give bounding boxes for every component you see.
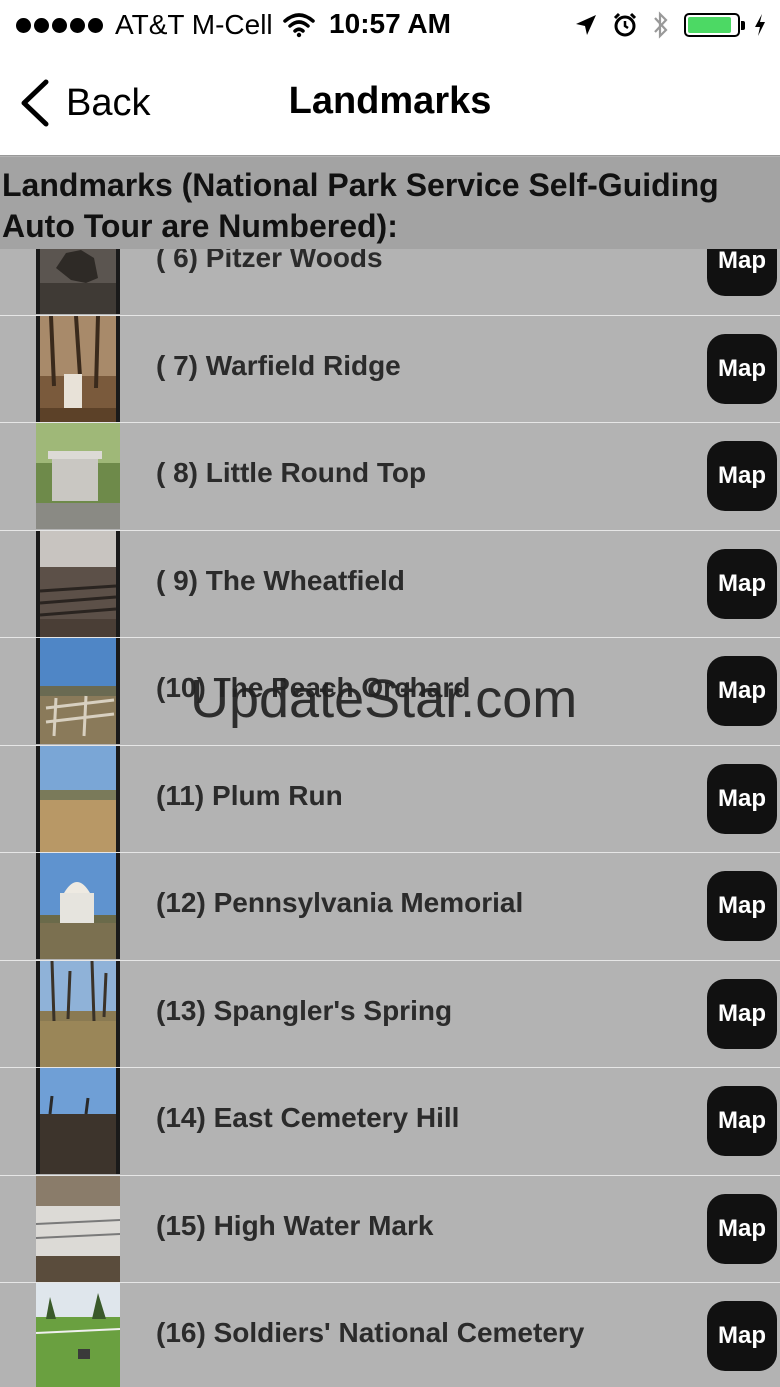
landmark-name: (14) East Cemetery Hill	[156, 1102, 460, 1133]
battery-icon	[684, 13, 745, 37]
landmark-thumbnail	[36, 960, 120, 1067]
list-item[interactable]: (13) Spangler's Spring Map	[0, 960, 780, 1068]
list-item[interactable]: (14) East Cemetery Hill Map	[0, 1068, 780, 1176]
landmark-thumbnail	[36, 1175, 120, 1282]
list-item[interactable]: (16) Soldiers' National Cemetery Map	[0, 1283, 780, 1387]
map-button[interactable]: Map	[707, 441, 777, 511]
map-button[interactable]: Map	[707, 249, 777, 296]
landmark-thumbnail	[36, 423, 120, 529]
alarm-icon	[613, 12, 637, 37]
landmark-name: (11) Plum Run	[156, 779, 343, 811]
status-bar: AT&T M-Cell 10:57 AM	[0, 0, 780, 50]
landmarks-list[interactable]: ( 6) Pitzer Woods Map ( 7) Warfield Ridg…	[0, 249, 780, 1387]
landmark-name: ( 8) Little Round Top	[156, 457, 427, 488]
landmark-name: (16) Soldiers' National Cemetery	[156, 1317, 585, 1348]
map-button[interactable]: Map	[707, 1193, 777, 1264]
landmark-name: ( 6) Pitzer Woods	[156, 249, 383, 273]
landmark-thumbnail	[36, 249, 120, 314]
list-item[interactable]: ( 8) Little Round Top Map	[0, 423, 780, 531]
list-item[interactable]: ( 7) Warfield Ridge Map	[0, 315, 780, 423]
landmark-thumbnail	[36, 638, 120, 744]
list-item[interactable]: (12) Pennsylvania Memorial Map	[0, 853, 780, 961]
map-button[interactable]: Map	[707, 548, 777, 619]
list-item[interactable]: (15) High Water Mark Map	[0, 1175, 780, 1283]
landmark-thumbnail	[36, 1283, 120, 1387]
list-item[interactable]: (11) Plum Run Map	[0, 745, 780, 853]
battery-level	[688, 17, 732, 33]
landmark-name: (12) Pennsylvania Memorial	[156, 887, 524, 918]
landmark-thumbnail	[36, 1068, 120, 1174]
list-item[interactable]: ( 6) Pitzer Woods Map	[0, 249, 780, 316]
list-item[interactable]: (10) The Peach Orchard Map	[0, 638, 780, 746]
landmark-name: ( 9) The Wheatfield	[156, 564, 405, 596]
landmark-name: ( 7) Warfield Ridge	[156, 349, 401, 381]
landmark-thumbnail	[36, 853, 120, 959]
landmark-name: (15) High Water Mark	[156, 1209, 434, 1241]
landmark-name: (13) Spangler's Spring	[156, 994, 453, 1026]
charging-bolt-icon	[755, 14, 765, 36]
map-button[interactable]: Map	[707, 763, 777, 834]
page-title: Landmarks	[288, 80, 492, 122]
map-button[interactable]: Map	[707, 1086, 777, 1156]
landmark-thumbnail	[36, 315, 120, 422]
map-button[interactable]: Map	[707, 656, 777, 726]
location-arrow-icon	[576, 15, 596, 35]
map-button[interactable]: Map	[707, 978, 777, 1049]
landmark-thumbnail	[36, 745, 120, 852]
landmark-thumbnail	[36, 530, 120, 637]
status-right	[574, 8, 766, 42]
map-button[interactable]: Map	[707, 333, 777, 404]
map-button[interactable]: Map	[707, 871, 777, 941]
navigation-bar: Back Landmarks	[0, 50, 780, 156]
landmark-name: (10) The Peach Orchard	[156, 672, 471, 703]
list-item[interactable]: ( 9) The Wheatfield Map	[0, 530, 780, 638]
bluetooth-icon	[654, 11, 668, 39]
map-button[interactable]: Map	[707, 1301, 777, 1371]
section-header: Landmarks (National Park Service Self-Gu…	[0, 157, 780, 249]
